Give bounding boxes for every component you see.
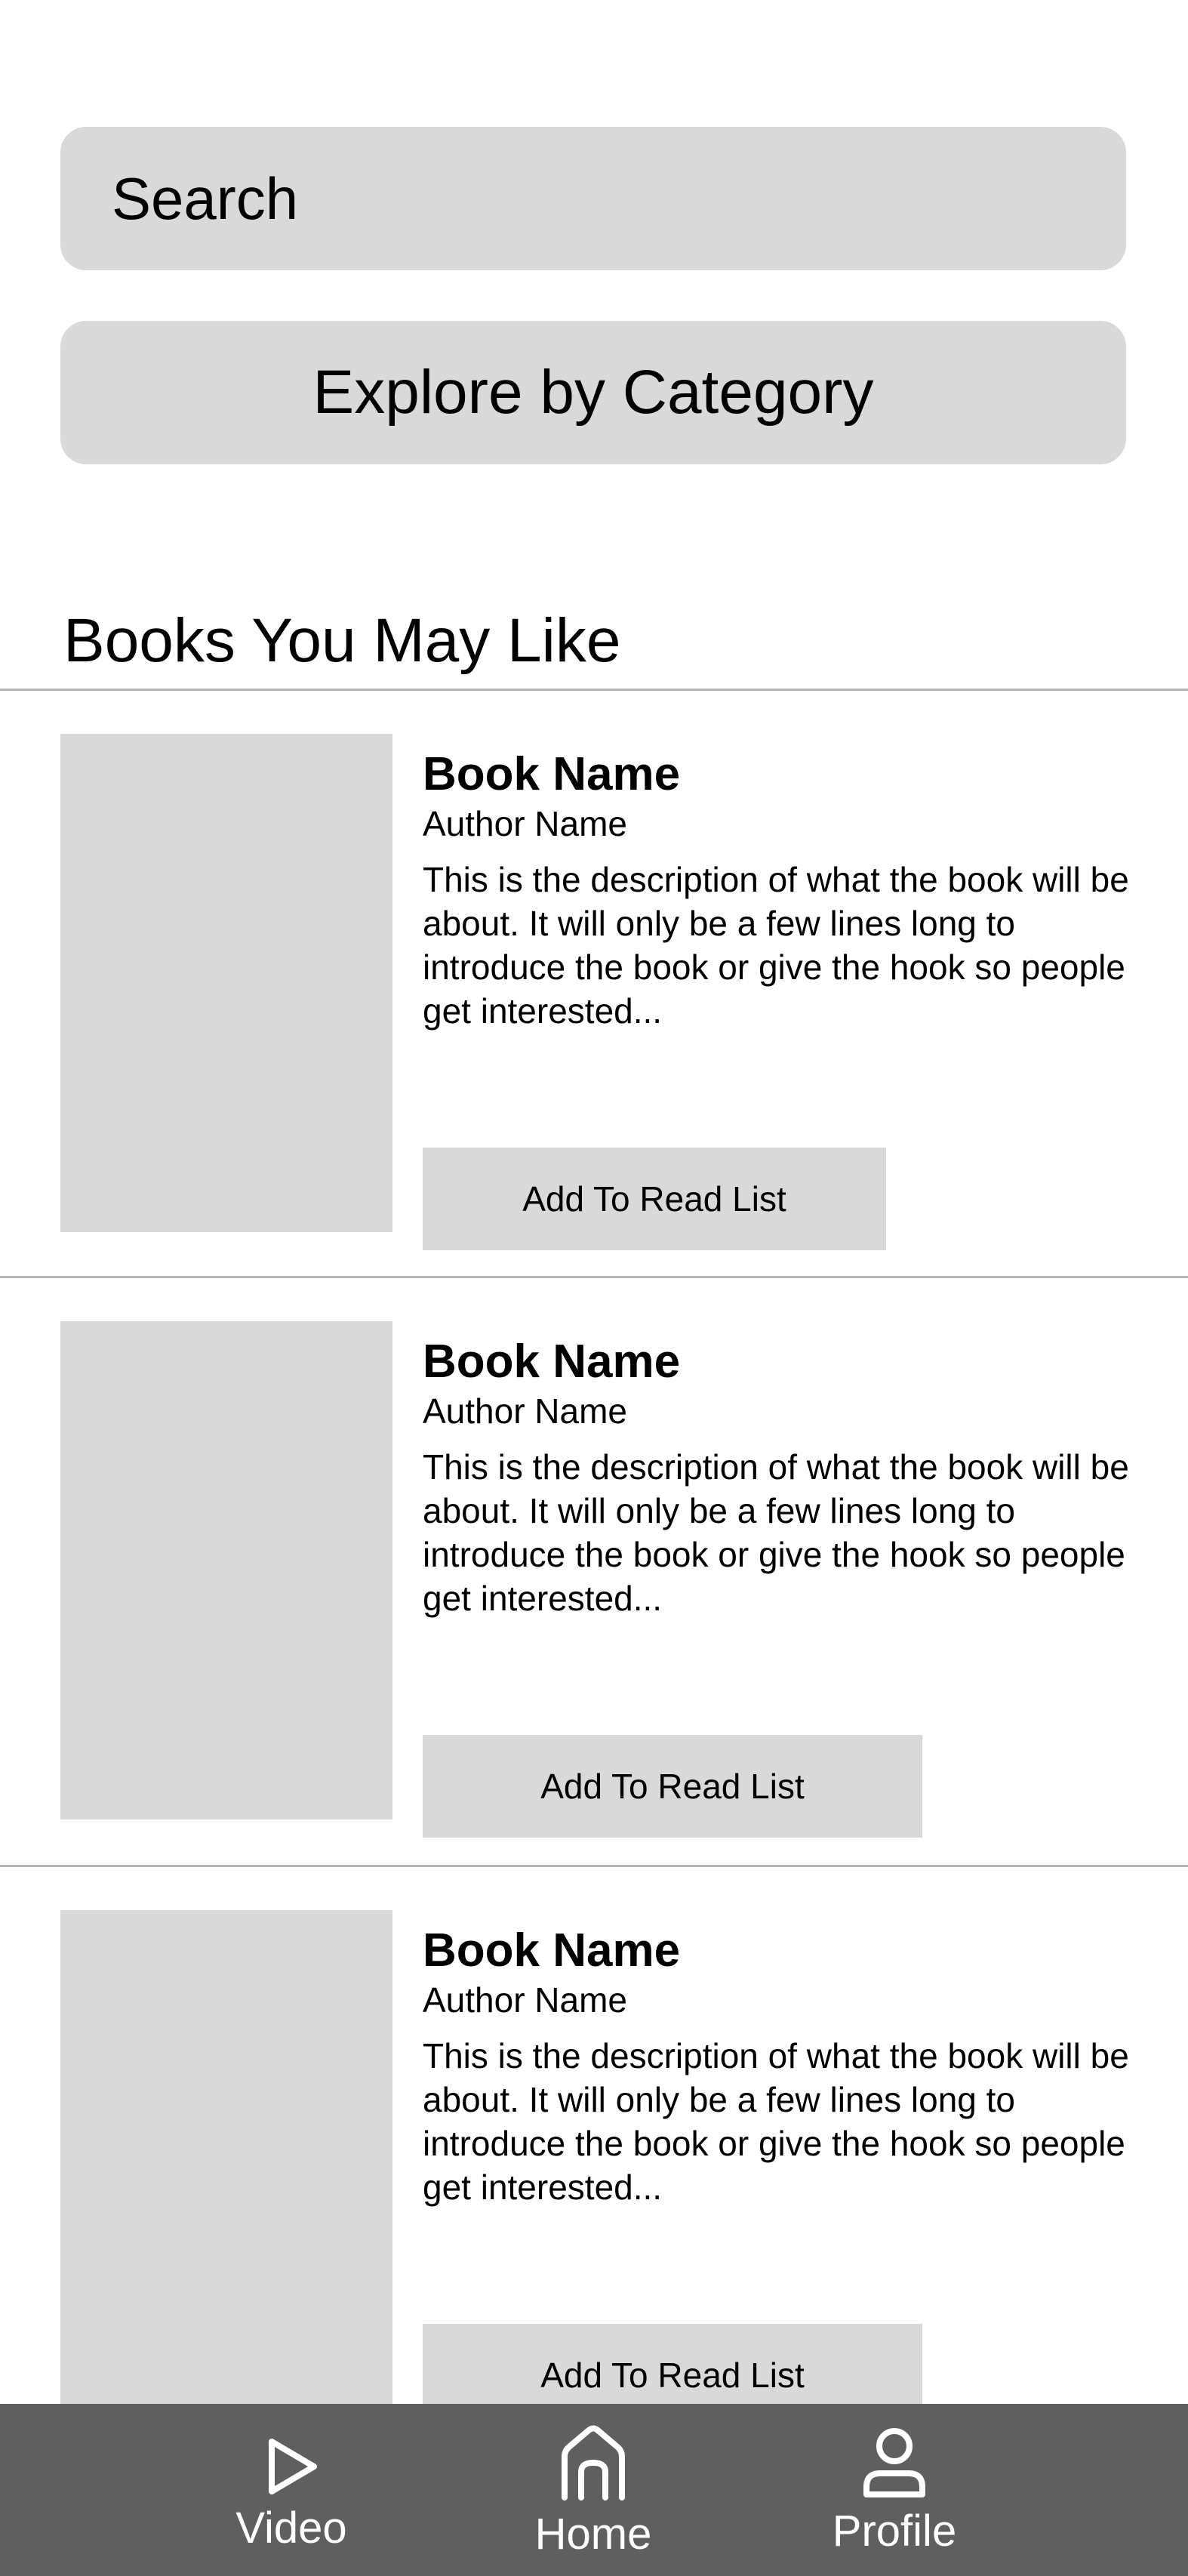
book-cover-image[interactable] (60, 1321, 392, 1820)
nav-label-home: Home (534, 2510, 652, 2559)
nav-item-home[interactable]: Home (472, 2404, 714, 2576)
nav-label-video: Video (235, 2504, 347, 2553)
book-card: Book Name Author Name This is the descri… (0, 1276, 1188, 1865)
book-name[interactable]: Book Name (423, 748, 1132, 800)
book-description: This is the description of what the book… (423, 1447, 1129, 1618)
add-to-read-list-label: Add To Read List (540, 1767, 805, 1806)
add-to-read-list-button[interactable]: Add To Read List (423, 1148, 886, 1250)
explore-category-button[interactable]: Explore by Category (60, 321, 1126, 464)
explore-category-label: Explore by Category (312, 358, 874, 427)
home-icon (557, 2423, 629, 2502)
search-label: Search (112, 165, 299, 232)
book-name[interactable]: Book Name (423, 1336, 1132, 1388)
add-to-read-list-label: Add To Read List (540, 2356, 805, 2395)
book-name[interactable]: Book Name (423, 1924, 1132, 1977)
bottom-nav: Video Home Profile (0, 2404, 1188, 2576)
author-name: Author Name (423, 1391, 628, 1431)
nav-item-profile[interactable]: Profile (774, 2404, 1015, 2576)
book-cover-image[interactable] (60, 734, 392, 1232)
book-card: Book Name Author Name This is the descri… (0, 689, 1188, 1277)
nav-item-video[interactable]: Video (171, 2404, 412, 2576)
book-cover-image[interactable] (60, 1910, 392, 2408)
author-name: Author Name (423, 804, 628, 844)
add-to-read-list-button[interactable]: Add To Read List (423, 1735, 922, 1838)
book-description: This is the description of what the book… (423, 859, 1129, 1031)
play-icon (261, 2434, 322, 2499)
section-title: Books You May Like (63, 606, 621, 675)
user-icon (860, 2427, 928, 2499)
add-to-read-list-label: Add To Read List (522, 1179, 786, 1219)
book-card: Book Name Author Name This is the descri… (0, 1865, 1188, 2454)
author-name: Author Name (423, 1980, 628, 2020)
book-description: This is the description of what the book… (423, 2035, 1129, 2207)
nav-label-profile: Profile (832, 2507, 957, 2556)
search-input[interactable]: Search (60, 127, 1126, 270)
